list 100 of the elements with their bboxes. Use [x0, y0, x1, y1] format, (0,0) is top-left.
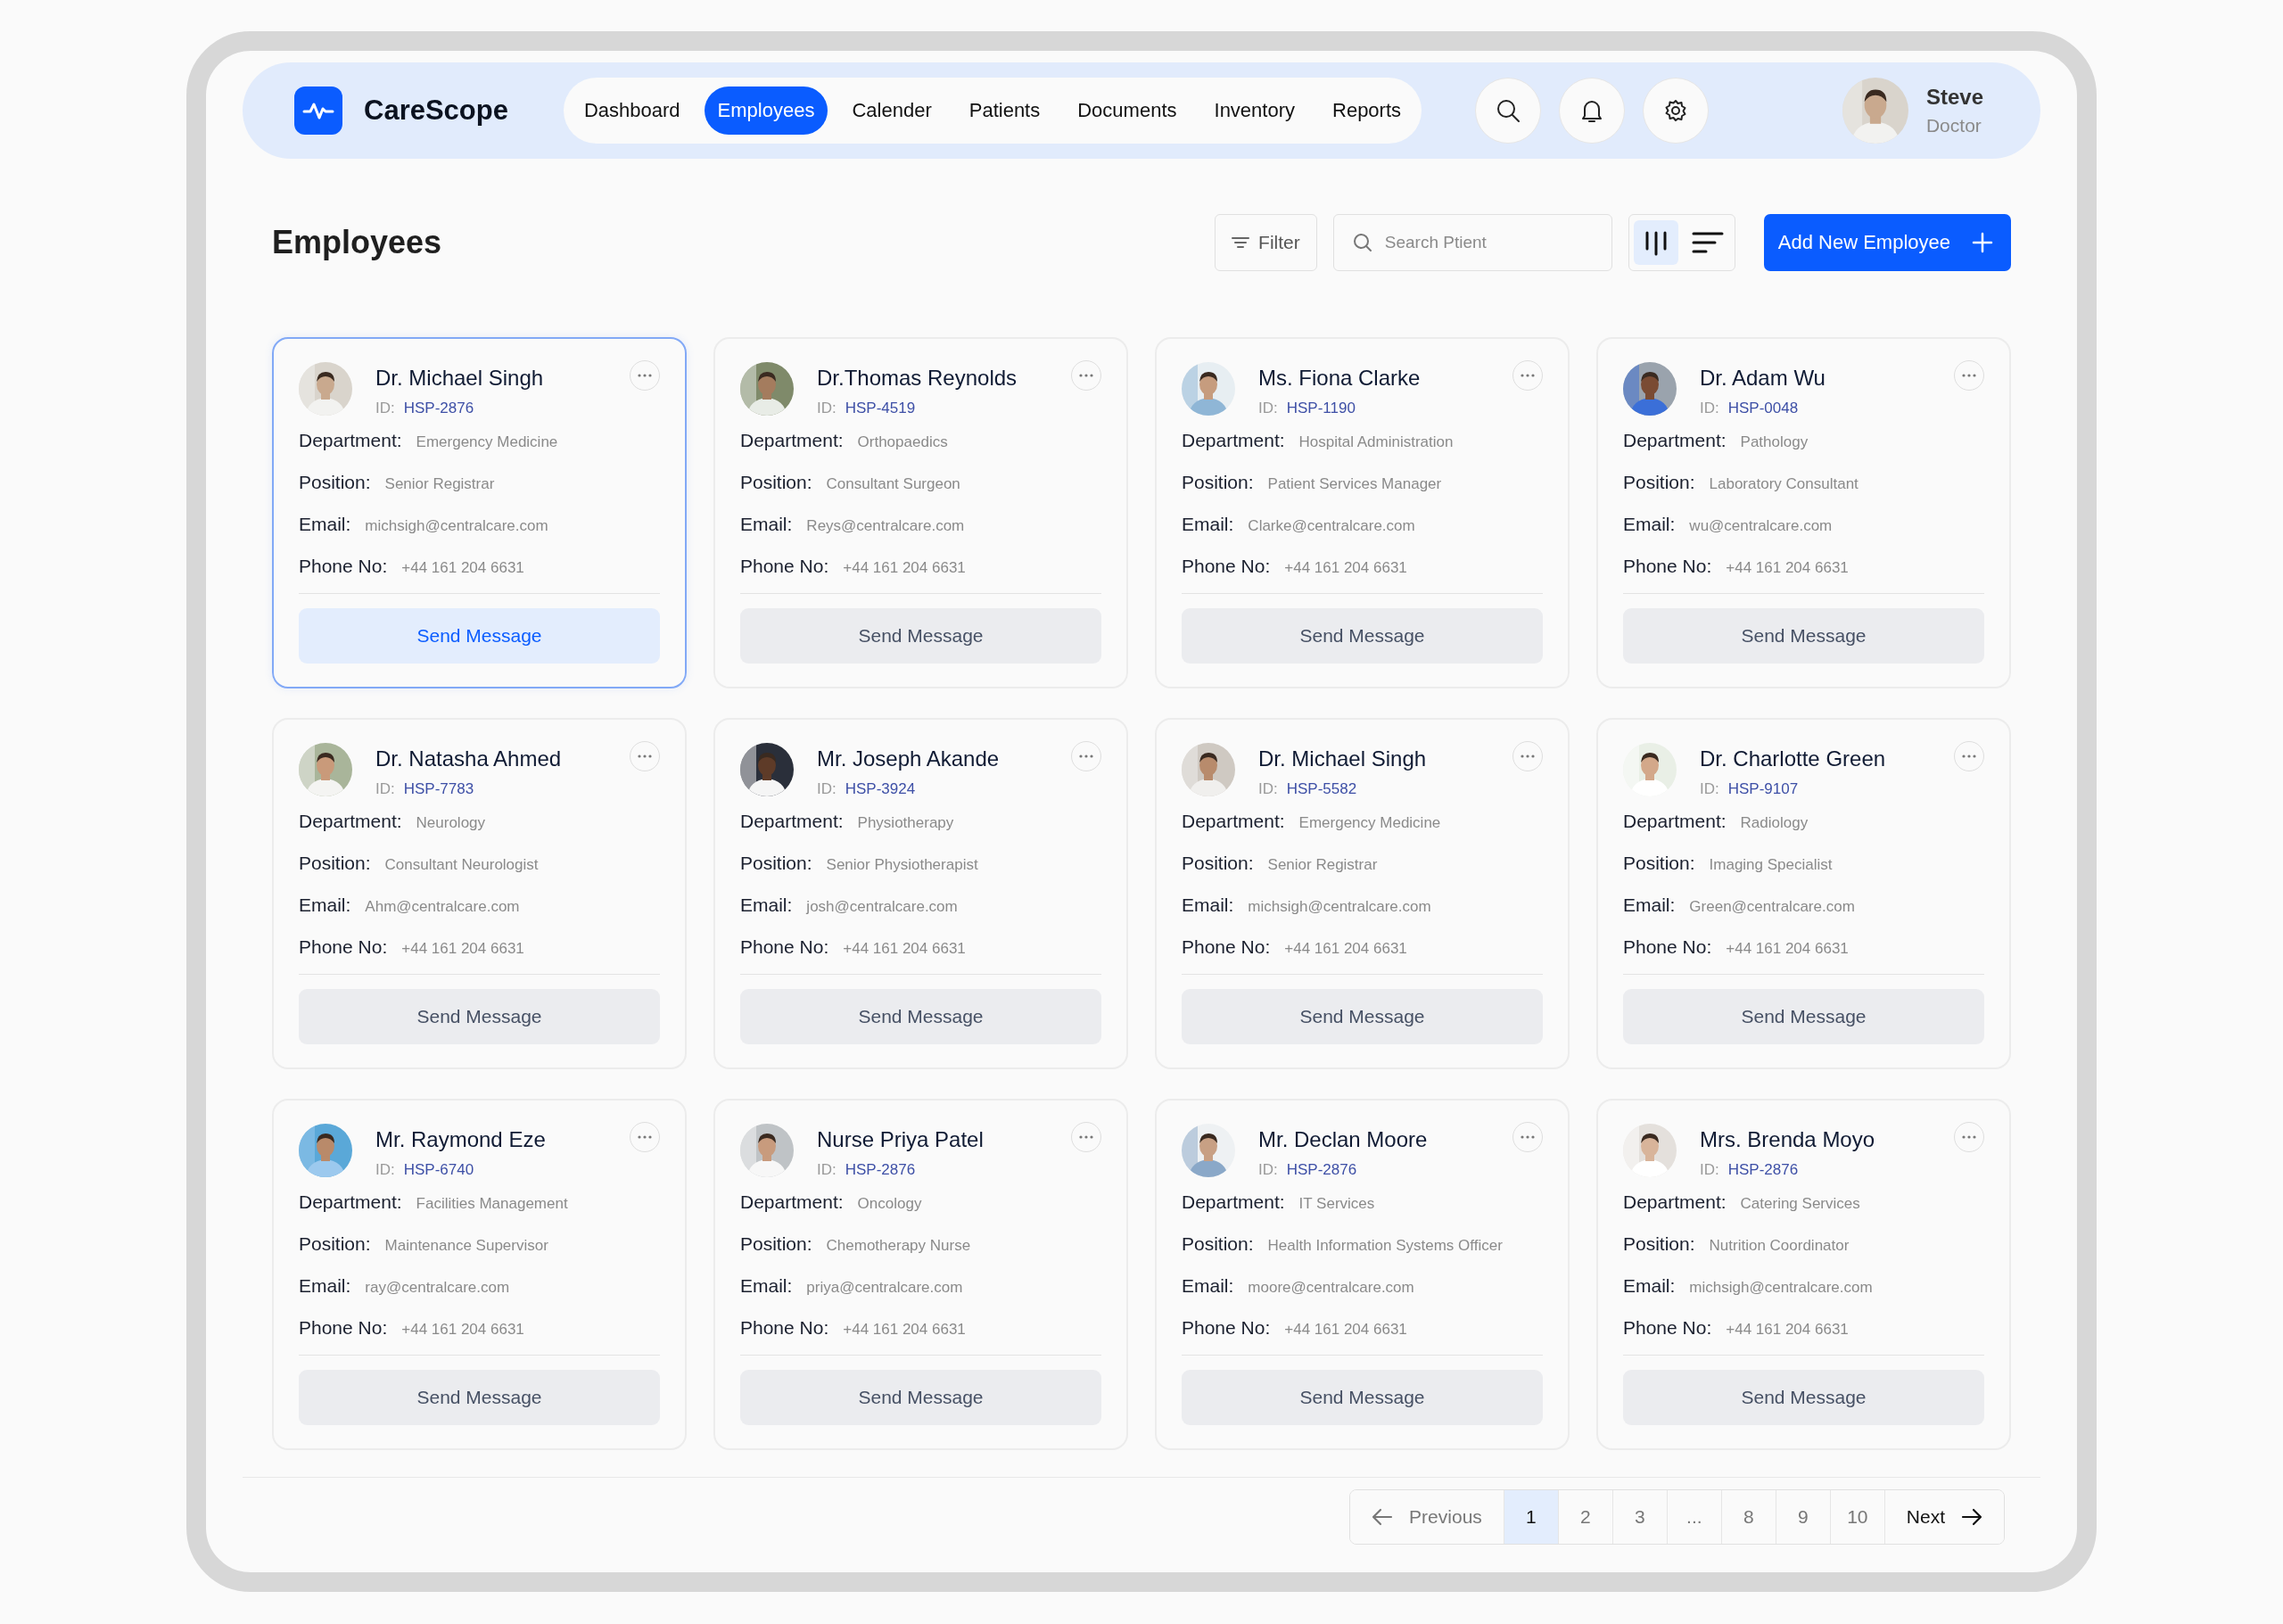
id-label: ID: — [1258, 780, 1278, 798]
field-label: Department: — [1623, 430, 1727, 451]
send-message-button[interactable]: Send Message — [1182, 989, 1543, 1044]
send-message-button[interactable]: Send Message — [740, 989, 1101, 1044]
send-message-button[interactable]: Send Message — [1182, 608, 1543, 664]
field-label: Position: — [299, 853, 371, 874]
employee-name: Mr. Raymond Eze — [375, 1127, 547, 1152]
field-value: Maintenance Supervisor — [384, 1237, 548, 1255]
nav-tab[interactable]: Reports — [1319, 87, 1415, 135]
field-label: Phone No: — [1623, 556, 1712, 577]
columns-view-button[interactable] — [1633, 220, 1678, 265]
field-value: ray@centralcare.com — [365, 1279, 510, 1297]
field-value: Ahm@centralcare.com — [365, 898, 520, 916]
field-label: Email: — [1623, 894, 1676, 916]
employee-id: HSP-4519 — [845, 400, 916, 417]
field-label: Phone No: — [1623, 936, 1712, 958]
field-label: Department: — [1623, 811, 1727, 832]
field-value: +44 161 204 6631 — [1726, 1321, 1849, 1339]
page-button[interactable]: 1 — [1503, 1490, 1558, 1544]
field-label: Email: — [1623, 1275, 1676, 1297]
field-label: Email: — [1623, 514, 1676, 535]
field-value: Consultant Neurologist — [384, 856, 539, 874]
employee-id: HSP-1190 — [1286, 400, 1356, 417]
send-message-button[interactable]: Send Message — [299, 1370, 660, 1425]
field-value: Senior Physiotherapist — [826, 856, 978, 874]
filter-button[interactable]: Filter — [1215, 214, 1317, 271]
field-value: Laboratory Consultant — [1709, 475, 1859, 493]
employee-id: HSP-9107 — [1727, 780, 1799, 798]
field-label: Email: — [299, 1275, 351, 1297]
nav-tab[interactable]: Dashboard — [570, 87, 694, 135]
field-value: Catering Services — [1740, 1195, 1860, 1213]
employee-name: Mr. Joseph Akande — [817, 746, 1001, 771]
field-label: Position: — [299, 472, 371, 493]
nav-tab[interactable]: Calender — [838, 87, 945, 135]
field-value: Facilities Management — [416, 1195, 568, 1213]
field-label: Department: — [299, 1191, 402, 1213]
field-label: Email: — [740, 514, 793, 535]
nav-tab[interactable]: Inventory — [1200, 87, 1308, 135]
employee-name: Mrs. Brenda Moyo — [1700, 1127, 1876, 1152]
send-message-button[interactable]: Send Message — [299, 608, 660, 664]
more-icon — [1962, 754, 1976, 758]
send-message-button[interactable]: Send Message — [1623, 608, 1984, 664]
more-icon — [1079, 754, 1093, 758]
field-value: moore@centralcare.com — [1248, 1279, 1414, 1297]
search-field[interactable]: Search Ptient — [1332, 214, 1612, 271]
more-icon — [638, 1135, 652, 1139]
field-value: +44 161 204 6631 — [1284, 1321, 1407, 1339]
field-value: +44 161 204 6631 — [1284, 940, 1407, 958]
arrow-left-icon — [1372, 1508, 1394, 1526]
field-value: +44 161 204 6631 — [1726, 559, 1849, 577]
field-value: Clarke@centralcare.com — [1248, 517, 1415, 535]
field-value: +44 161 204 6631 — [401, 940, 524, 958]
more-options-button[interactable] — [1512, 360, 1543, 391]
send-message-button[interactable]: Send Message — [1623, 989, 1984, 1044]
id-label: ID: — [1258, 400, 1278, 417]
field-label: Phone No: — [1182, 936, 1271, 958]
send-message-button[interactable]: Send Message — [740, 1370, 1101, 1425]
employee-name: Dr. Adam Wu — [1700, 366, 1826, 391]
field-value: Green@centralcare.com — [1689, 898, 1855, 916]
more-options-button[interactable] — [1071, 741, 1101, 771]
more-options-button[interactable] — [1071, 360, 1101, 391]
more-options-button[interactable] — [1071, 1122, 1101, 1152]
employee-name: Dr. Natasha Ahmed — [375, 746, 563, 771]
user-name: Steve — [1925, 85, 1983, 110]
nav-tab[interactable]: Employees — [704, 87, 828, 135]
send-message-button[interactable]: Send Message — [1623, 1370, 1984, 1425]
field-label: Phone No: — [299, 1317, 388, 1339]
field-label: Position: — [1182, 1233, 1254, 1255]
add-employee-button[interactable]: Add New Employee — [1763, 214, 2011, 271]
more-icon — [1521, 1135, 1535, 1139]
send-message-button[interactable]: Send Message — [740, 608, 1101, 664]
field-value: +44 161 204 6631 — [843, 940, 966, 958]
field-label: Phone No: — [740, 936, 829, 958]
send-message-button[interactable]: Send Message — [1182, 1370, 1543, 1425]
send-message-button[interactable]: Send Message — [299, 989, 660, 1044]
search-icon — [1496, 98, 1521, 123]
field-label: Email: — [1182, 1275, 1234, 1297]
id-label: ID: — [1700, 1161, 1719, 1179]
field-value: michsigh@centralcare.com — [365, 517, 548, 535]
more-options-button[interactable] — [1512, 1122, 1543, 1152]
more-options-button[interactable] — [1954, 360, 1984, 391]
employee-name: Nurse Priya Patel — [817, 1127, 985, 1152]
field-label: Phone No: — [1182, 1317, 1271, 1339]
field-value: Radiology — [1740, 814, 1809, 832]
employee-name: Dr. Michael Singh — [1258, 746, 1428, 771]
more-icon — [638, 754, 652, 758]
nav-tab[interactable]: Documents — [1064, 87, 1191, 135]
field-value: Emergency Medicine — [1298, 814, 1441, 832]
more-options-button[interactable] — [1954, 741, 1984, 771]
field-label: Position: — [299, 1233, 371, 1255]
field-value: +44 161 204 6631 — [1726, 940, 1849, 958]
more-options-button[interactable] — [630, 1122, 660, 1152]
more-options-button[interactable] — [1954, 1122, 1984, 1152]
field-label: Email: — [1182, 894, 1234, 916]
more-options-button[interactable] — [1512, 741, 1543, 771]
nav-tab[interactable]: Patients — [955, 87, 1054, 135]
more-options-button[interactable] — [630, 360, 660, 391]
more-options-button[interactable] — [630, 741, 660, 771]
next-button[interactable]: Next — [1883, 1490, 2004, 1544]
field-label: Email: — [299, 894, 351, 916]
